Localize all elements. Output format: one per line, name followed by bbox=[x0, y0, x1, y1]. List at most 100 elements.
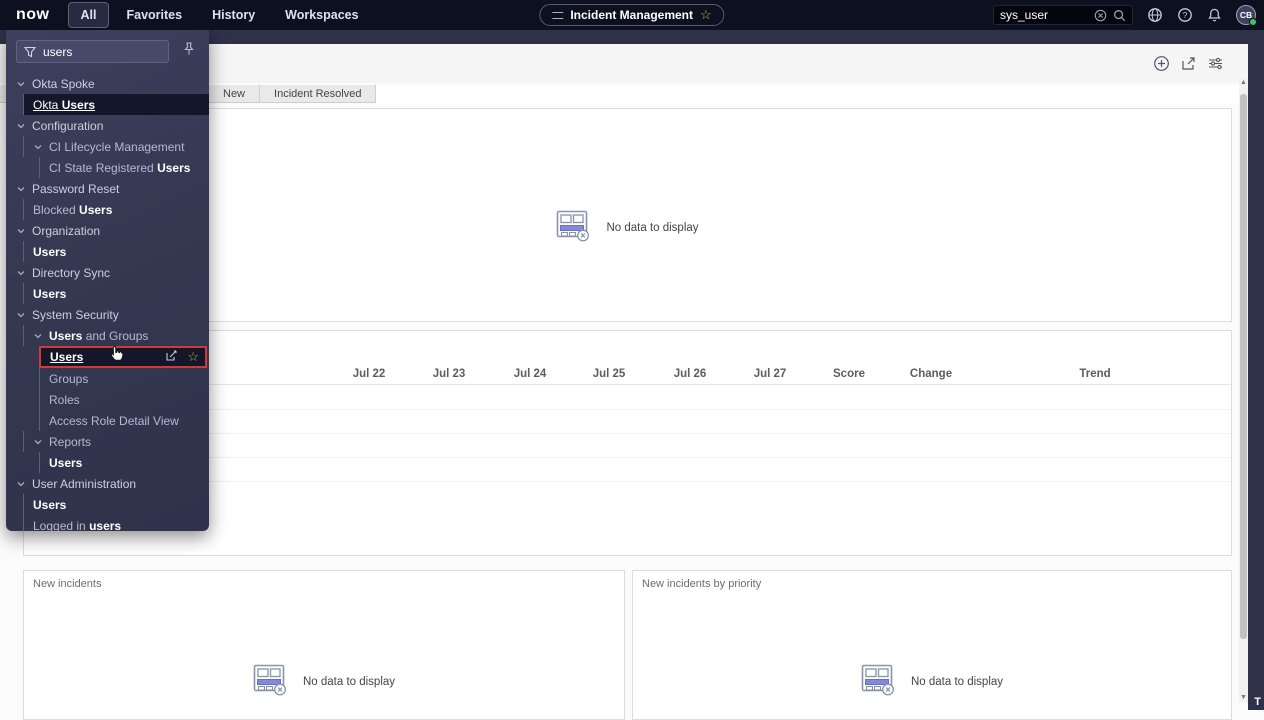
menu-item-label: Users bbox=[33, 287, 66, 301]
search-icon[interactable] bbox=[1113, 9, 1126, 22]
chevron-down-icon bbox=[16, 479, 26, 489]
menu-filter-row bbox=[6, 30, 209, 71]
menu-item-label: Password Reset bbox=[32, 182, 119, 196]
context-menu-pill[interactable]: Incident Management ☆ bbox=[539, 4, 724, 26]
menu-item-label: Blocked Users bbox=[33, 203, 112, 217]
menu-users[interactable]: Users bbox=[39, 452, 209, 473]
favorite-star-icon[interactable]: ☆ bbox=[187, 349, 199, 365]
context-pill-label: Incident Management bbox=[570, 8, 693, 22]
chevron-down-icon bbox=[16, 226, 26, 236]
chevron-down-icon bbox=[16, 268, 26, 278]
menu-reports[interactable]: Reports bbox=[23, 431, 209, 452]
column-header-change: Change bbox=[910, 368, 952, 380]
column-header-jul-22: Jul 22 bbox=[353, 368, 386, 380]
menu-item-label: Organization bbox=[32, 224, 100, 238]
share-export-icon[interactable] bbox=[1180, 55, 1197, 72]
column-header-score: Score bbox=[833, 368, 865, 380]
row-action-icons: ☆ bbox=[165, 349, 199, 365]
nav-all[interactable]: All bbox=[68, 2, 110, 28]
clear-search-icon[interactable] bbox=[1094, 9, 1107, 22]
menu-ci-state-registered-users[interactable]: CI State Registered Users bbox=[39, 157, 209, 178]
menu-okta-users[interactable]: Okta Users bbox=[23, 94, 209, 115]
column-header-jul-24: Jul 24 bbox=[514, 368, 547, 380]
scroll-down-arrow[interactable]: ▼ bbox=[1239, 694, 1248, 701]
avatar[interactable]: CB bbox=[1236, 5, 1256, 25]
menu-filter-box[interactable] bbox=[16, 40, 169, 63]
menu-filter-input[interactable] bbox=[43, 45, 143, 59]
menu-logged-in-users[interactable]: Logged in users bbox=[23, 515, 209, 531]
scroll-up-arrow[interactable]: ▲ bbox=[1239, 79, 1248, 86]
tab-incident-resolved[interactable]: Incident Resolved bbox=[260, 85, 376, 103]
menu-blocked-users[interactable]: Blocked Users bbox=[23, 199, 209, 220]
menu-item-label: Users bbox=[50, 350, 165, 364]
column-header-jul-27: Jul 27 bbox=[754, 368, 787, 380]
menu-system-security[interactable]: System Security bbox=[6, 304, 209, 325]
menu-users[interactable]: Users bbox=[23, 283, 209, 304]
globe-icon[interactable] bbox=[1147, 7, 1163, 23]
menu-access-role-detail-view[interactable]: Access Role Detail View bbox=[39, 410, 209, 431]
no-data-icon bbox=[556, 210, 590, 245]
chevron-down-icon bbox=[33, 437, 43, 447]
chevron-down-icon bbox=[16, 310, 26, 320]
panel-title: New incidents bbox=[33, 578, 101, 590]
column-header-jul-23: Jul 23 bbox=[433, 368, 466, 380]
menu-ci-lifecycle-management[interactable]: CI Lifecycle Management bbox=[23, 136, 209, 157]
menu-item-label: Users bbox=[33, 245, 66, 259]
menu-users[interactable]: Users bbox=[23, 494, 209, 515]
global-search[interactable] bbox=[993, 5, 1133, 25]
column-header-trend: Trend bbox=[1079, 368, 1110, 380]
chevron-down-icon bbox=[33, 331, 43, 341]
menu-item-label: Directory Sync bbox=[32, 266, 110, 280]
menu-item-label: Okta Users bbox=[33, 98, 95, 112]
menu-organization[interactable]: Organization bbox=[6, 220, 209, 241]
no-data-block: No data to display bbox=[633, 664, 1231, 699]
scrollbar-thumb[interactable] bbox=[1240, 94, 1247, 639]
no-data-icon bbox=[861, 664, 895, 699]
hamburger-icon bbox=[552, 12, 563, 19]
pin-icon[interactable] bbox=[177, 42, 201, 61]
menu-users[interactable]: Users bbox=[23, 241, 209, 262]
menu-groups[interactable]: Groups bbox=[39, 368, 209, 389]
chevron-down-icon bbox=[33, 142, 43, 152]
nav-favorites[interactable]: Favorites bbox=[113, 2, 195, 28]
menu-item-label: CI State Registered Users bbox=[49, 161, 190, 175]
no-data-label: No data to display bbox=[606, 222, 698, 234]
menu-tree: Okta Spoke Okta Users Configuration CI Life… bbox=[6, 71, 209, 531]
vertical-scrollbar[interactable]: ▲ ▼ bbox=[1239, 78, 1248, 702]
menu-item-label: Roles bbox=[49, 393, 80, 407]
menu-item-label: CI Lifecycle Management bbox=[49, 140, 184, 154]
menu-item-label: Groups bbox=[49, 372, 88, 386]
menu-roles[interactable]: Roles bbox=[39, 389, 209, 410]
menu-okta-spoke[interactable]: Okta Spoke bbox=[6, 73, 209, 94]
top-header-bar: now AllFavoritesHistoryWorkspaces Incide… bbox=[0, 0, 1264, 30]
nav-history[interactable]: History bbox=[199, 2, 268, 28]
no-data-label: No data to display bbox=[911, 676, 1003, 688]
no-data-block: No data to display bbox=[24, 664, 624, 699]
notifications-icon[interactable] bbox=[1207, 7, 1222, 23]
add-widget-icon[interactable] bbox=[1153, 55, 1170, 72]
servicenow-logo[interactable]: now bbox=[16, 6, 50, 24]
nav-workspaces[interactable]: Workspaces bbox=[272, 2, 371, 28]
menu-password-reset[interactable]: Password Reset bbox=[6, 178, 209, 199]
search-input[interactable] bbox=[1000, 8, 1088, 22]
chevron-down-icon bbox=[16, 79, 26, 89]
help-icon[interactable]: ? bbox=[1177, 7, 1193, 23]
favorite-star-icon[interactable]: ☆ bbox=[700, 7, 712, 23]
edit-icon[interactable] bbox=[165, 349, 178, 365]
menu-users[interactable]: Users ☆ bbox=[39, 346, 207, 368]
column-header-jul-26: Jul 26 bbox=[674, 368, 707, 380]
chevron-down-icon bbox=[16, 184, 26, 194]
menu-item-label: Reports bbox=[49, 435, 91, 449]
menu-item-label: System Security bbox=[32, 308, 119, 322]
menu-item-label: Configuration bbox=[32, 119, 103, 133]
filter-sliders-icon[interactable] bbox=[1207, 55, 1224, 72]
menu-item-label: User Administration bbox=[32, 477, 136, 491]
no-data-label: No data to display bbox=[303, 676, 395, 688]
menu-user-administration[interactable]: User Administration bbox=[6, 473, 209, 494]
tab-new[interactable]: New bbox=[209, 85, 260, 103]
no-data-icon bbox=[253, 664, 287, 699]
menu-users-and-groups[interactable]: Users and Groups bbox=[23, 325, 209, 346]
column-header-jul-25: Jul 25 bbox=[593, 368, 626, 380]
menu-configuration[interactable]: Configuration bbox=[6, 115, 209, 136]
menu-directory-sync[interactable]: Directory Sync bbox=[6, 262, 209, 283]
